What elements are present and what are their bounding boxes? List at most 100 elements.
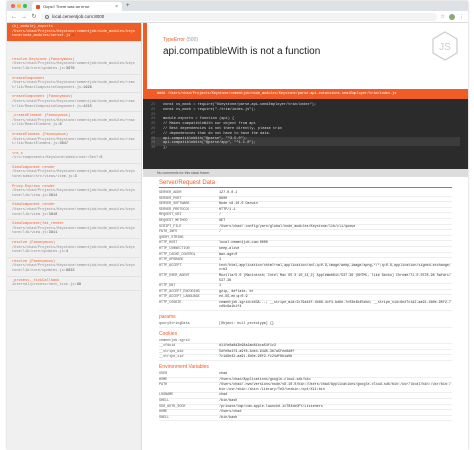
reload-icon[interactable]: ↻ [31, 13, 37, 20]
row-value: 5dfe0a1f4-a9f8-4de4-94d0-3b7a5fee8d8f [219, 349, 295, 354]
frame-path: /Users/chad/Projects/Keystone/cementjob/… [12, 208, 135, 217]
code-text: api.compatibleWith("@parse/app", "^1.1.0… [163, 141, 256, 146]
frame-path: internal/process/next_tick.js:98 [12, 283, 82, 288]
browser-window: Oops!! There was an error × + ← → ↻ loca… [7, 1, 468, 450]
url-field[interactable]: local.cementjob.com:8000 [41, 12, 437, 21]
avatar[interactable] [449, 13, 455, 20]
browser-tab[interactable]: Oops!! There was an error × [32, 2, 122, 11]
row-key: HTTP_CACHE_CONTROL [159, 252, 196, 257]
row-key: REQUEST_METHOD [159, 218, 188, 223]
row-key: HTTP_USER_AGENT [159, 273, 190, 278]
stack-frame-item[interactable]: resolve (Fanonymous)/Users/chad/Projects… [7, 239, 141, 258]
frame-line: :98 [74, 283, 82, 288]
cookies-heading: Cookies [159, 330, 178, 337]
row-value: en-US,en;q=0.9 [219, 295, 248, 300]
new-tab-icon[interactable]: + [126, 3, 130, 9]
row-value [219, 339, 452, 344]
frame-path: /Users/chad/Projects/Keystone/cementjob/… [12, 62, 135, 71]
row-value: 8000 [219, 196, 228, 201]
stack-frame-item[interactable]: resolve.Keystone (Fanonymous)/Users/chad… [7, 56, 141, 75]
tab-bar: Oops!! There was an error × + [7, 1, 468, 11]
row-key: PATH_INFO [159, 230, 178, 235]
row-value: HTTP/1.1 [219, 207, 236, 212]
row-key: cementjob.sgrid [159, 338, 190, 343]
close-window-button[interactable] [11, 4, 15, 8]
stack-frame-item[interactable]: resolve (Fanonymous)/Users/chad/Projects… [7, 258, 141, 277]
table-row: SHELL/bin/bash [159, 416, 452, 422]
tab-title: Oops!! There was an error [43, 4, 90, 9]
stack-frame-item[interactable]: Proxy.Express render/Users/chad/Projects… [7, 183, 141, 202]
info-icon[interactable] [45, 14, 49, 19]
error-message: api.compatibleWith is not a function [163, 46, 321, 57]
row-value: cementjob.sgrid=s%3A...; __stripe_mid=2c… [219, 300, 451, 310]
env-table: USER chad HOME/Users/chad/Applications/goo… [159, 372, 452, 422]
row-key: SCRIPT_FILE [159, 224, 182, 229]
params-table: queryStringData [Object: null prototype] … [159, 322, 452, 328]
row-value: chad [219, 393, 228, 398]
row-value [219, 236, 452, 241]
frame-path: /Users/chad/Projects/Keystone/cementjob/… [12, 245, 135, 255]
row-key: __stripe_mid [159, 349, 184, 354]
row-key: USER [159, 372, 168, 377]
stack-frames: (hj_module)_exports/Users/chad/Projects/… [7, 23, 142, 450]
minimize-window-button[interactable] [17, 4, 21, 8]
row-value: [Object: null prototype] {} [219, 322, 274, 327]
stack-frame-item[interactable]: ViewComponent(fat_render/Users/chad/Proj… [7, 220, 141, 239]
table-row: PATH/Users/chad/.nvm/versions/node/v8.10… [159, 383, 452, 394]
menu-icon[interactable]: ⋮ [459, 14, 464, 20]
row-key: SSH_AUTH_SOCK [159, 404, 186, 409]
star-icon[interactable]: ☆ [441, 14, 445, 20]
code-footer: No comments for this stack frame. [143, 169, 468, 177]
row-value: / [219, 213, 222, 218]
row-key: HTTP_UPGRADE [159, 258, 184, 263]
row-value: 7c1d9e42-aa91-4b0e-90f2-fc24df6b1a0b [219, 355, 293, 360]
close-tab-icon[interactable]: × [115, 4, 118, 10]
line-number: 30 [151, 146, 156, 151]
frame-path: /Users/chad/Projects/Keystone/cementjob/… [12, 226, 135, 236]
frame-path: /Users/chad/Projects/Keystone/cementjob/… [12, 29, 135, 39]
frame-line: :4215 [81, 104, 92, 109]
error-type-name: TypeError [163, 37, 185, 43]
table-row: queryStringData [Object: null prototype] … [159, 322, 452, 328]
row-key: SERVER_SOFTWARE [159, 202, 190, 207]
row-value: 127.0.0.1 [219, 191, 238, 195]
row-key: SERVER_ADDR [159, 191, 182, 195]
row-value: max-age=0 [219, 252, 238, 257]
table-row: HTTP_ACCEPT text/html,application/xhtml+x… [159, 264, 452, 274]
frame-path: /Users/chad/Projects/Keystone/cementjob/… [12, 99, 135, 109]
stack-frame-item[interactable]: ViewComponent render/Users/chad/Projects… [7, 201, 141, 221]
back-icon[interactable]: ← [11, 14, 17, 20]
error-details: TypeError (500) api.compatibleWith is no… [143, 23, 468, 450]
row-key: REQUEST_URI [159, 213, 182, 218]
stack-frame-item[interactable]: createElement (Fanonymous)/Users/chad/Pr… [7, 131, 141, 150]
favicon-icon [36, 4, 40, 9]
stack-frame-item[interactable]: (hj_module)_exports/Users/chad/Projects/… [7, 23, 141, 42]
row-value: 1 [219, 258, 222, 263]
frame-line: :3 [72, 175, 77, 180]
row-value: keep-alive [219, 246, 240, 251]
window-controls [11, 4, 27, 8]
row-value: d11fe0a8d3b98a2ab61bca54f1c3 [219, 344, 276, 349]
maximize-window-button[interactable] [23, 4, 27, 8]
row-value: /Users/chad/.nvm/versions/node/v8.10.0/b… [219, 383, 451, 392]
row-key: HTTP_DNT [159, 284, 176, 289]
row-key: QUERY_STRING [159, 235, 184, 240]
stack-frame-item[interactable]: createComponent (Fanonymous)/Users/chad/… [7, 93, 141, 113]
stack-frame-item[interactable]: createComponent/Users/chad/Projects/Keys… [7, 75, 141, 94]
server-table: SERVER_ADDR 127.0.0.1 SERVER_PORT 8000 SERVE… [159, 191, 452, 312]
server-section: Server/Request Data SERVER_ADDR 127.0.0.1… [143, 177, 468, 422]
table-row: HTTP_COOKIE cementjob.sgrid=s%3A...; __st… [159, 300, 452, 312]
params-heading: params [159, 314, 176, 321]
svg-text:JS: JS [439, 42, 451, 53]
stack-frame-item[interactable]: ViewComponent render/Users/chad/Projects… [7, 164, 141, 183]
forward-icon[interactable]: → [21, 14, 27, 20]
frame-line: :5 [98, 156, 103, 161]
stack-frame-item[interactable]: _createElement (Fanonymous)/Users/chad/P… [7, 112, 141, 131]
stack-frame-item[interactable]: _process._tickCallback internal/process/n… [7, 277, 141, 291]
row-key: __cfduid [159, 344, 176, 349]
code-text: const cs_mock = require("./trim/index.js… [163, 107, 256, 112]
row-value: / [219, 230, 222, 235]
frame-path: /Users/chad/Projects/Keystone/cementjob/… [12, 118, 135, 128]
stack-frame-item[interactable]: <re_s/src/components/Keystone/admin/user… [7, 150, 141, 164]
error-code: (500) [186, 37, 199, 43]
